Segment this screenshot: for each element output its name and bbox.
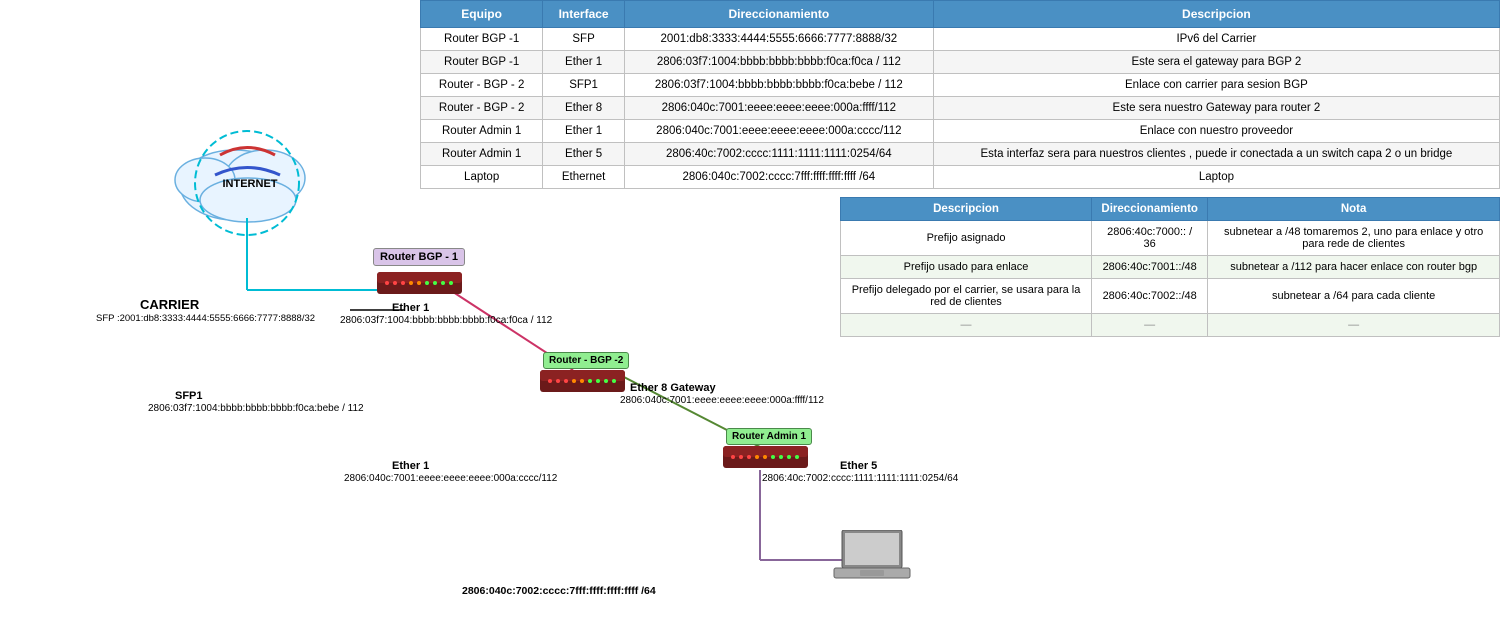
admin1-router-icon	[723, 444, 808, 475]
cell2-direccionamiento: 2806:40c:7001::/48	[1092, 256, 1208, 279]
bgp1-label: Router BGP - 1	[373, 248, 465, 266]
cell-equipo: Router Admin 1	[421, 120, 543, 143]
second-table-row: Prefijo usado para enlace2806:40c:7001::…	[841, 256, 1500, 279]
main-table-row: Router - BGP - 2SFP12806:03f7:1004:bbbb:…	[421, 74, 1500, 97]
second-table-row: Prefijo asignado2806:40c:7000:: / 36subn…	[841, 221, 1500, 256]
bgp2-label: Router - BGP -2	[543, 352, 629, 369]
cell2-nota: subnetear a /64 para cada cliente	[1208, 279, 1500, 314]
bgp1-ether1-ip: 2806:03f7:1004:bbbb:bbbb:bbbb:f0ca:f0ca …	[340, 315, 552, 326]
cell-descripcion: Este sera el gateway para BGP 2	[933, 51, 1499, 74]
admin1-ether5-ip: 2806:40c:7002:cccc:1111:1111:1111:0254/6…	[762, 473, 958, 484]
cell-direccionamiento: 2806:03f7:1004:bbbb:bbbb:bbbb:f0ca:f0ca …	[624, 51, 933, 74]
cell2-direccionamiento: 2806:40c:7000:: / 36	[1092, 221, 1208, 256]
cell2-descripcion: Prefijo delegado por el carrier, se usar…	[841, 279, 1092, 314]
main-table-row: Router - BGP - 2Ether 82806:040c:7001:ee…	[421, 97, 1500, 120]
cell-equipo: Router Admin 1	[421, 143, 543, 166]
bgp2-ether8-ip: 2806:040c:7001:eeee:eeee:eeee:000a:ffff/…	[620, 395, 824, 406]
cell2-descripcion: Prefijo asignado	[841, 221, 1092, 256]
cell2-direccionamiento: 2806:40c:7002::/48	[1092, 279, 1208, 314]
main-table-row: Router BGP -1Ether 12806:03f7:1004:bbbb:…	[421, 51, 1500, 74]
carrier-label: CARRIER	[140, 297, 199, 312]
cell-direccionamiento: 2806:040c:7001:eeee:eeee:eeee:000a:ffff/…	[624, 97, 933, 120]
cell2-descripcion: —	[841, 314, 1092, 337]
bgp1-router-icon	[377, 270, 462, 296]
col-header-desc: Descripcion	[933, 1, 1499, 28]
admin1-label-box: Router Admin 1	[726, 428, 812, 445]
main-table-row: Router BGP -1SFP2001:db8:3333:4444:5555:…	[421, 28, 1500, 51]
cell2-nota: subnetear a /48 tomaremos 2, uno para en…	[1208, 221, 1500, 256]
cell-equipo: Router - BGP - 2	[421, 74, 543, 97]
main-table-row: Router Admin 1Ether 52806:40c:7002:cccc:…	[421, 143, 1500, 166]
bgp2-router-icon	[540, 368, 625, 399]
cell-direccionamiento: 2001:db8:3333:4444:5555:6666:7777:8888/3…	[624, 28, 933, 51]
col-header-dir: Direccionamiento	[624, 1, 933, 28]
second-table-row: ———	[841, 314, 1500, 337]
bgp1-ether1-label: Ether 1	[392, 302, 429, 314]
admin1-label: Router Admin 1	[726, 428, 812, 445]
cell-interface: Ether 1	[543, 120, 625, 143]
admin1-ether1-ip: 2806:040c:7001:eeee:eeee:eeee:000a:cccc/…	[344, 473, 557, 484]
second-table-row: Prefijo delegado por el carrier, se usar…	[841, 279, 1500, 314]
col2-header-nota: Nota	[1208, 198, 1500, 221]
cell-direccionamiento: 2806:040c:7001:eeee:eeee:eeee:000a:cccc/…	[624, 120, 933, 143]
cell2-nota: —	[1208, 314, 1500, 337]
col-header-interface: Interface	[543, 1, 625, 28]
laptop-ip: 2806:040c:7002:cccc:7fff:ffff:ffff:ffff …	[462, 585, 656, 597]
admin1-ether5-label: Ether 5	[840, 460, 877, 472]
bgp2-sfp1-label: SFP1	[175, 390, 203, 402]
node-bgp1: Router BGP - 1	[373, 248, 465, 296]
cell-interface: Ether 5	[543, 143, 625, 166]
second-table: Descripcion Direccionamiento Nota Prefij…	[840, 197, 1500, 337]
main-table-row: LaptopEthernet2806:040c:7002:cccc:7fff:f…	[421, 166, 1500, 189]
cell-equipo: Router BGP -1	[421, 51, 543, 74]
bgp2-sfp1-ip: 2806:03f7:1004:bbbb:bbbb:bbbb:f0ca:bebe …	[148, 403, 364, 414]
cell-equipo: Router - BGP - 2	[421, 97, 543, 120]
cell-direccionamiento: 2806:040c:7002:cccc:7fff:ffff:ffff:ffff …	[624, 166, 933, 189]
main-table-row: Router Admin 1Ether 12806:040c:7001:eeee…	[421, 120, 1500, 143]
cell-equipo: Laptop	[421, 166, 543, 189]
tables-container: Equipo Interface Direccionamiento Descri…	[420, 0, 1500, 337]
cell-interface: Ethernet	[543, 166, 625, 189]
carrier-sfp: SFP :2001:db8:3333:4444:5555:6666:7777:8…	[96, 313, 315, 324]
cell2-direccionamiento: —	[1092, 314, 1208, 337]
col2-header-desc: Descripcion	[841, 198, 1092, 221]
cell-descripcion: Enlace con nuestro proveedor	[933, 120, 1499, 143]
bgp2-ether8-label: Ether 8 Gateway	[630, 382, 716, 394]
admin1-ether1-label: Ether 1	[392, 460, 429, 472]
internet-label: INTERNET	[210, 178, 290, 190]
cell-interface: Ether 8	[543, 97, 625, 120]
cell-direccionamiento: 2806:40c:7002:cccc:1111:1111:1111:0254/6…	[624, 143, 933, 166]
cell-direccionamiento: 2806:03f7:1004:bbbb:bbbb:bbbb:f0ca:bebe …	[624, 74, 933, 97]
cell-interface: SFP1	[543, 74, 625, 97]
bgp2-label-box: Router - BGP -2	[543, 352, 629, 369]
main-table: Equipo Interface Direccionamiento Descri…	[420, 0, 1500, 189]
cell-descripcion: Laptop	[933, 166, 1499, 189]
cell2-nota: subnetear a /112 para hacer enlace con r…	[1208, 256, 1500, 279]
cell-interface: Ether 1	[543, 51, 625, 74]
cell-descripcion: IPv6 del Carrier	[933, 28, 1499, 51]
cell-descripcion: Esta interfaz sera para nuestros cliente…	[933, 143, 1499, 166]
col2-header-dir: Direccionamiento	[1092, 198, 1208, 221]
laptop-icon	[832, 530, 912, 595]
cell-descripcion: Este sera nuestro Gateway para router 2	[933, 97, 1499, 120]
cell2-descripcion: Prefijo usado para enlace	[841, 256, 1092, 279]
cell-descripcion: Enlace con carrier para sesion BGP	[933, 74, 1499, 97]
cell-interface: SFP	[543, 28, 625, 51]
cell-equipo: Router BGP -1	[421, 28, 543, 51]
col-header-equipo: Equipo	[421, 1, 543, 28]
